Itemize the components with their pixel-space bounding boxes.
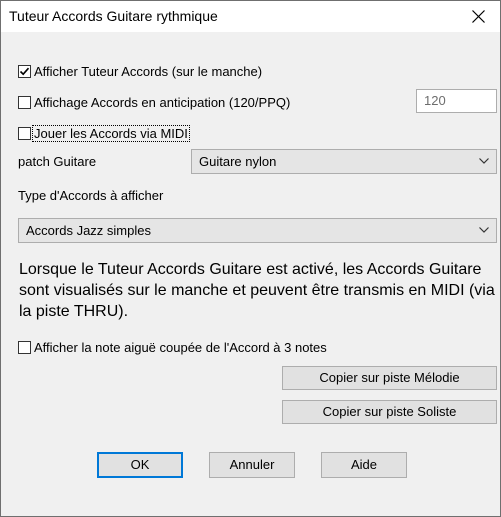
anticipation-checkbox-box[interactable] xyxy=(18,95,31,109)
title-bar: Tuteur Accords Guitare rythmique xyxy=(1,1,500,32)
close-icon xyxy=(472,10,485,23)
description-text: Lorsque le Tuteur Accords Guitare est ac… xyxy=(19,261,495,320)
show-tutor-checkbox[interactable]: Afficher Tuteur Accords (sur le manche) xyxy=(18,63,263,79)
close-button[interactable] xyxy=(456,1,500,32)
anticipation-checkbox[interactable]: Affichage Accords en anticipation (120/P… xyxy=(18,94,291,110)
play-midi-checkbox-box[interactable] xyxy=(18,126,31,140)
play-midi-label: Jouer les Accords via MIDI xyxy=(32,124,190,142)
dialog-title: Tuteur Accords Guitare rythmique xyxy=(9,8,218,24)
chord-type-dropdown[interactable]: Accords Jazz simples xyxy=(18,218,497,243)
play-midi-checkbox[interactable]: Jouer les Accords via MIDI xyxy=(18,124,190,142)
anticipation-label: Affichage Accords en anticipation (120/P… xyxy=(34,94,291,110)
copy-soloist-button[interactable]: Copier sur piste Soliste xyxy=(282,400,497,424)
show-top-note-label: Afficher la note aiguë coupée de l'Accor… xyxy=(34,339,327,355)
show-tutor-label: Afficher Tuteur Accords (sur le manche) xyxy=(34,63,263,79)
help-button[interactable]: Aide xyxy=(321,452,407,478)
cancel-button[interactable]: Annuler xyxy=(209,452,295,478)
checkmark-icon xyxy=(19,67,30,75)
guitar-chord-tutor-dialog: Tuteur Accords Guitare rythmique Affiche… xyxy=(0,0,501,517)
chord-type-value: Accords Jazz simples xyxy=(26,223,151,238)
chevron-down-icon xyxy=(479,158,489,164)
show-tutor-checkbox-box[interactable] xyxy=(18,64,31,78)
anticipation-value-field[interactable]: 120 xyxy=(416,89,497,113)
chord-type-label: Type d'Accords à afficher xyxy=(18,188,164,203)
patch-dropdown[interactable]: Guitare nylon xyxy=(191,149,497,174)
ok-button[interactable]: OK xyxy=(97,452,183,478)
patch-value: Guitare nylon xyxy=(199,154,277,169)
copy-melody-button[interactable]: Copier sur piste Mélodie xyxy=(282,366,497,390)
show-top-note-checkbox[interactable]: Afficher la note aiguë coupée de l'Accor… xyxy=(18,339,328,355)
show-top-note-checkbox-box[interactable] xyxy=(18,340,31,354)
patch-label: patch Guitare xyxy=(18,154,97,169)
chevron-down-icon xyxy=(479,227,489,233)
